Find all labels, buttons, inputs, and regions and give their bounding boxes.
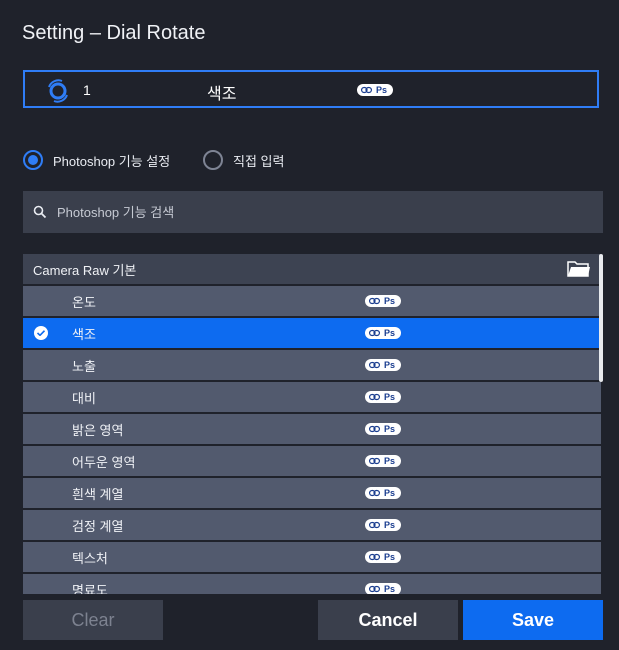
radio-unselected-icon — [203, 150, 223, 170]
radio-label: Photoshop 기능 설정 — [53, 153, 171, 169]
ps-link-badge: Ps — [365, 359, 402, 371]
list-item[interactable]: 노출 Ps — [23, 350, 601, 382]
ps-badge-label: Ps — [384, 328, 396, 338]
link-icon — [369, 425, 380, 433]
ps-badge-label: Ps — [384, 488, 396, 498]
mode-radio-group: Photoshop 기능 설정 직접 입력 — [23, 150, 583, 170]
link-icon — [361, 86, 372, 94]
ps-link-badge: Ps — [365, 583, 402, 594]
link-icon — [369, 297, 380, 305]
radio-direct-input[interactable]: 직접 입력 — [203, 150, 284, 170]
ps-link-badge: Ps — [357, 84, 394, 96]
list-item[interactable]: 텍스처 Ps — [23, 542, 601, 574]
radio-photoshop-function[interactable]: Photoshop 기능 설정 — [23, 150, 170, 170]
list-item-label: 텍스처 — [72, 550, 108, 566]
list-item-label: 밝은 영역 — [72, 422, 124, 438]
list-scrollbar[interactable] — [599, 254, 603, 382]
list-item-label: 흰색 계열 — [72, 486, 124, 502]
radio-selected-icon — [23, 150, 43, 170]
ps-badge-label: Ps — [384, 296, 396, 306]
checkmark-icon — [34, 326, 48, 340]
category-title: Camera Raw 기본 — [33, 262, 137, 278]
ps-link-badge: Ps — [365, 455, 402, 467]
list-item-label: 온도 — [72, 294, 96, 310]
list-item[interactable]: 명료도 Ps — [23, 574, 601, 594]
ps-link-badge: Ps — [365, 391, 402, 403]
search-icon — [33, 205, 47, 219]
search-bar — [23, 191, 603, 233]
folder-icon[interactable] — [567, 259, 591, 278]
list-item[interactable]: 검정 계열 Ps — [23, 510, 601, 542]
radio-label: 직접 입력 — [233, 153, 285, 169]
ps-badge-label: Ps — [376, 85, 388, 95]
ps-badge-label: Ps — [384, 584, 396, 594]
ps-badge-label: Ps — [384, 456, 396, 466]
cancel-button[interactable]: Cancel — [318, 600, 458, 640]
list-item[interactable]: 밝은 영역 Ps — [23, 414, 601, 446]
save-button[interactable]: Save — [463, 600, 603, 640]
list-item[interactable]: 대비 Ps — [23, 382, 601, 414]
ps-link-badge: Ps — [365, 487, 402, 499]
ps-badge-label: Ps — [384, 424, 396, 434]
list-item[interactable]: 흰색 계열 Ps — [23, 478, 601, 510]
ps-link-badge: Ps — [365, 327, 402, 339]
link-icon — [369, 393, 380, 401]
list-item-label: 대비 — [72, 390, 96, 406]
ps-badge-label: Ps — [384, 520, 396, 530]
link-icon — [369, 329, 380, 337]
category-header[interactable]: Camera Raw 기본 — [23, 254, 601, 286]
dial-number: 1 — [83, 82, 91, 98]
ps-link-badge: Ps — [365, 551, 402, 563]
list-item[interactable]: 어두운 영역 Ps — [23, 446, 601, 478]
assigned-function-name: 색조 — [207, 86, 237, 103]
ps-badge-label: Ps — [384, 360, 396, 370]
dial-rotate-icon — [48, 79, 68, 103]
link-icon — [369, 361, 380, 369]
ps-link-badge: Ps — [365, 519, 402, 531]
list-item-label: 검정 계열 — [72, 518, 124, 534]
list-item-label: 색조 — [72, 326, 96, 342]
ps-link-badge: Ps — [365, 295, 402, 307]
ps-badge-label: Ps — [384, 552, 396, 562]
link-icon — [369, 553, 380, 561]
link-icon — [369, 521, 380, 529]
link-icon — [369, 489, 380, 497]
assigned-function-box[interactable]: 1 색조 Ps — [23, 70, 599, 108]
ps-badge-label: Ps — [384, 392, 396, 402]
search-input[interactable] — [55, 203, 579, 221]
list-item-label: 명료도 — [72, 582, 108, 595]
link-icon — [369, 585, 380, 593]
clear-button[interactable]: Clear — [23, 600, 163, 640]
dialog-title: Setting – Dial Rotate — [22, 22, 206, 44]
list-item[interactable]: 온도 Ps — [23, 286, 601, 318]
function-list: Camera Raw 기본 온도 Ps 색조 Ps 노출 Ps 대비 Ps 밝은… — [23, 254, 601, 594]
list-item-selected[interactable]: 색조 Ps — [23, 318, 601, 350]
list-item-label: 어두운 영역 — [72, 454, 136, 470]
ps-link-badge: Ps — [365, 423, 402, 435]
link-icon — [369, 457, 380, 465]
list-item-label: 노출 — [72, 358, 96, 374]
